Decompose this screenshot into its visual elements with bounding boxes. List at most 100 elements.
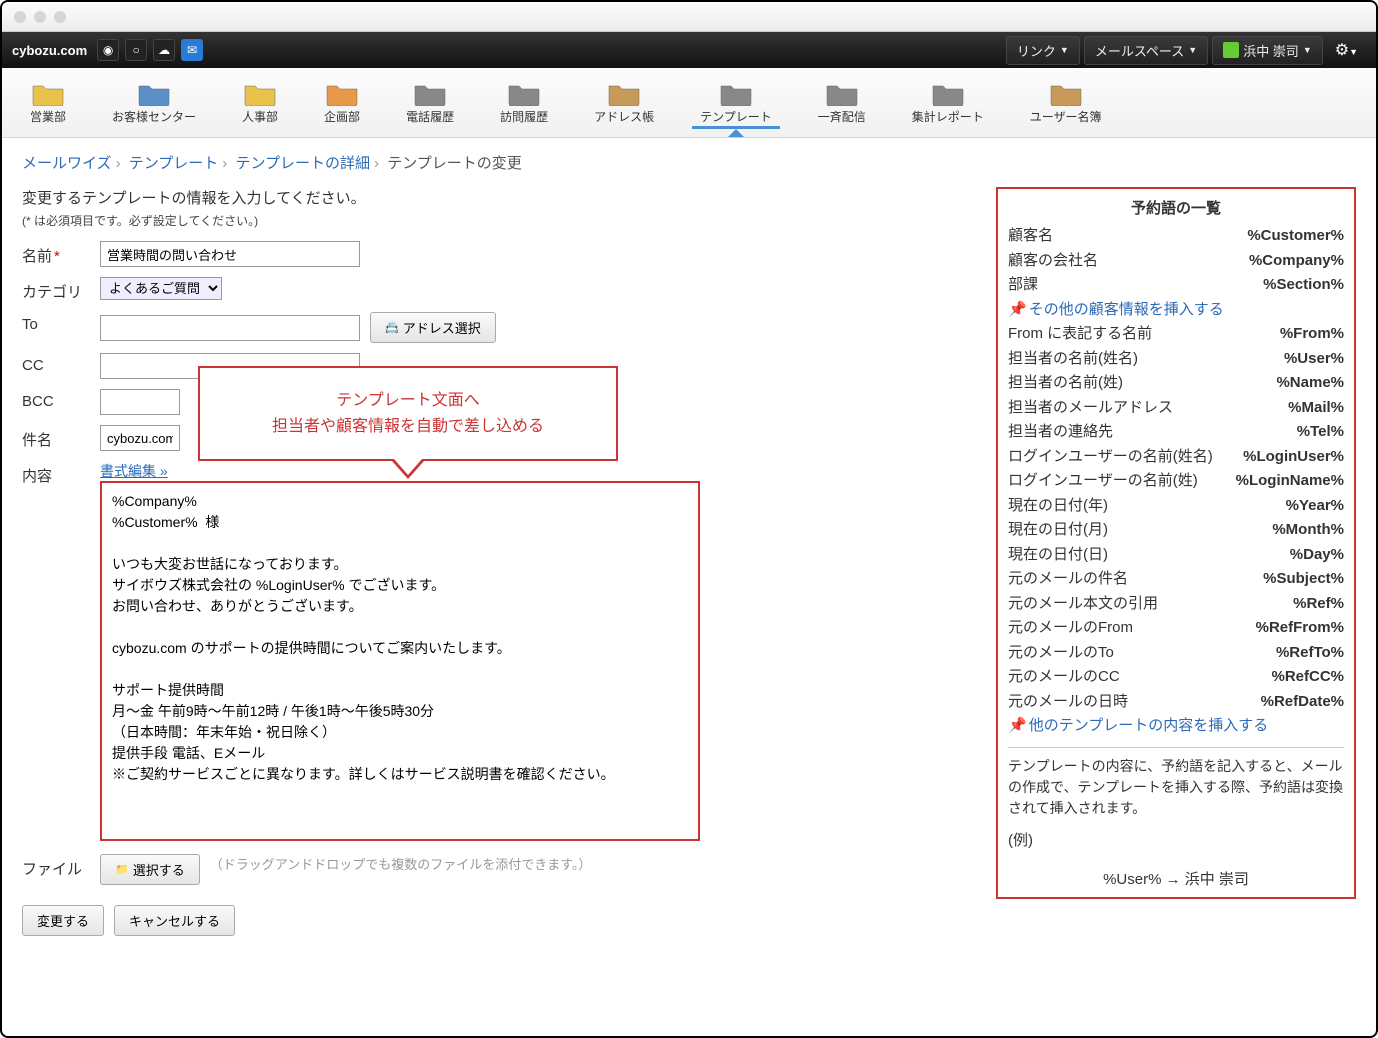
nav-訪問履歴[interactable]: 訪問履歴 bbox=[492, 76, 556, 129]
app-kintone-icon[interactable]: ☁ bbox=[153, 39, 175, 61]
label-cc: CC bbox=[22, 353, 100, 374]
reserved-row: 元のメールのCC %RefCC% bbox=[1008, 665, 1344, 690]
submit-button[interactable]: 変更する bbox=[22, 905, 104, 936]
reserved-value: %Subject% bbox=[1263, 568, 1344, 591]
gear-icon[interactable]: ⚙▼ bbox=[1327, 36, 1366, 64]
crumb-detail[interactable]: テンプレートの詳細 bbox=[235, 155, 370, 172]
nav-電話履歴[interactable]: 電話履歴 bbox=[398, 76, 462, 129]
reserved-value: %Month% bbox=[1272, 519, 1344, 542]
reserved-key: 顧客名 bbox=[1008, 225, 1053, 248]
label-body: 内容 bbox=[22, 461, 100, 486]
zoom-icon[interactable] bbox=[54, 11, 66, 23]
instruction: 変更するテンプレートの情報を入力してください。 bbox=[22, 187, 966, 208]
reserved-row: 担当者の名前(姓名) %User% bbox=[1008, 347, 1344, 372]
reserved-key: From に表記する名前 bbox=[1008, 323, 1152, 346]
reserved-value: %Mail% bbox=[1288, 397, 1344, 420]
label-subject: 件名 bbox=[22, 425, 100, 450]
crumb-template[interactable]: テンプレート bbox=[129, 155, 219, 172]
category-select[interactable]: よくあるご質問 bbox=[100, 277, 222, 300]
label-file: ファイル bbox=[22, 854, 100, 879]
reserved-key: 現在の日付(月) bbox=[1008, 519, 1108, 542]
folder-icon bbox=[137, 80, 171, 106]
insert-customer-info-link[interactable]: 📌その他の顧客情報を挿入する bbox=[1008, 299, 1224, 322]
reserved-key: 元のメールのTo bbox=[1008, 642, 1114, 665]
reserved-value: %Tel% bbox=[1297, 421, 1344, 444]
reserved-row: 現在の日付(月) %Month% bbox=[1008, 518, 1344, 543]
reserved-value: %Year% bbox=[1286, 495, 1344, 518]
reserved-row: 現在の日付(年)%Year% bbox=[1008, 494, 1344, 519]
reserved-key: ログインユーザーの名前(姓) bbox=[1008, 470, 1198, 493]
nav-テンプレート[interactable]: テンプレート bbox=[692, 76, 780, 129]
user-menu[interactable]: 浜中 崇司▼ bbox=[1212, 36, 1323, 65]
nav-お客様センター[interactable]: お客様センター bbox=[104, 76, 204, 129]
label-bcc: BCC bbox=[22, 389, 100, 410]
addressbook-icon: 📇 bbox=[385, 321, 399, 334]
cancel-button[interactable]: キャンセルする bbox=[114, 905, 235, 936]
reserved-key: 担当者の名前(姓名) bbox=[1008, 348, 1138, 371]
label-name: 名前* bbox=[22, 241, 100, 266]
reserved-row: 担当者の名前(姓) %Name% bbox=[1008, 371, 1344, 396]
reserved-value: %From% bbox=[1280, 323, 1344, 346]
subject-input[interactable] bbox=[100, 425, 180, 451]
folder-icon bbox=[1049, 80, 1083, 106]
to-input[interactable] bbox=[100, 315, 360, 341]
reserved-row: 元のメールの件名%Subject% bbox=[1008, 567, 1344, 592]
app-office-icon[interactable]: ○ bbox=[125, 39, 147, 61]
reserved-value: %RefTo% bbox=[1276, 642, 1344, 665]
reserved-value: %RefCC% bbox=[1271, 666, 1344, 689]
bcc-input[interactable] bbox=[100, 389, 180, 415]
reserved-row: 元のメールのFrom%RefFrom% bbox=[1008, 616, 1344, 641]
nav-ユーザー名簿[interactable]: ユーザー名簿 bbox=[1022, 76, 1110, 129]
reserved-value: %LoginUser% bbox=[1243, 446, 1344, 469]
nav-集計レポート[interactable]: 集計レポート bbox=[904, 76, 992, 129]
reserved-row: 元のメール本文の引用%Ref% bbox=[1008, 592, 1344, 617]
file-select-button[interactable]: 📁選択する bbox=[100, 854, 200, 885]
name-input[interactable] bbox=[100, 241, 360, 267]
reserved-key: 担当者のメールアドレス bbox=[1008, 397, 1173, 420]
reserved-key: 元のメール本文の引用 bbox=[1008, 593, 1158, 616]
nav-人事部[interactable]: 人事部 bbox=[234, 76, 286, 129]
label-category: カテゴリ bbox=[22, 277, 100, 302]
mac-titlebar bbox=[2, 2, 1376, 32]
reserved-row: 担当者のメールアドレス %Mail% bbox=[1008, 396, 1344, 421]
reserved-key: 元のメールのCC bbox=[1008, 666, 1120, 689]
top-bar: cybozu.com ◉ ○ ☁ ✉ リンク▼ メールスペース▼ 浜中 崇司▼ … bbox=[2, 32, 1376, 68]
rich-edit-link[interactable]: 書式編集 » bbox=[100, 463, 168, 479]
reserved-row: 元のメールのTo %RefTo% bbox=[1008, 641, 1344, 666]
mailspace-menu[interactable]: メールスペース▼ bbox=[1084, 36, 1208, 65]
example-label: (例) bbox=[1008, 829, 1344, 850]
reserved-value: %Name% bbox=[1276, 372, 1344, 395]
link-menu[interactable]: リンク▼ bbox=[1006, 36, 1080, 65]
app-window: cybozu.com ◉ ○ ☁ ✉ リンク▼ メールスペース▼ 浜中 崇司▼ … bbox=[0, 0, 1378, 1038]
reserved-row: From に表記する名前 %From% bbox=[1008, 322, 1344, 347]
reserved-key: 担当者の名前(姓) bbox=[1008, 372, 1123, 395]
folder-icon bbox=[31, 80, 65, 106]
avatar-icon bbox=[1223, 42, 1239, 58]
crumb-current: テンプレートの変更 bbox=[387, 155, 522, 172]
folder-icon bbox=[607, 80, 641, 106]
reserved-key: 担当者の連絡先 bbox=[1008, 421, 1113, 444]
reserved-row: 現在の日付(日)%Day% bbox=[1008, 543, 1344, 568]
insert-other-template-link[interactable]: 📌他のテンプレートの内容を挿入する bbox=[1008, 715, 1268, 738]
nav-アドレス帳[interactable]: アドレス帳 bbox=[586, 76, 662, 129]
pin-icon: 📌 bbox=[1008, 301, 1027, 318]
minimize-icon[interactable] bbox=[34, 11, 46, 23]
example-text: %User% → 浜中 崇司 bbox=[1008, 868, 1344, 889]
nav-一斉配信[interactable]: 一斉配信 bbox=[810, 76, 874, 129]
app-mailwise-icon[interactable]: ✉ bbox=[181, 39, 203, 61]
folder-icon bbox=[413, 80, 447, 106]
reserved-row: 顧客の会社名%Company% bbox=[1008, 249, 1344, 274]
folder-icon bbox=[243, 80, 277, 106]
close-icon[interactable] bbox=[14, 11, 26, 23]
address-select-button[interactable]: 📇アドレス選択 bbox=[370, 312, 496, 343]
reserved-value: %Customer% bbox=[1247, 225, 1344, 248]
reserved-value: %User% bbox=[1284, 348, 1344, 371]
reserved-value: %RefDate% bbox=[1261, 691, 1344, 714]
body-textarea[interactable]: %Company% %Customer% 様 いつも大変お世話になっております。… bbox=[100, 481, 700, 841]
required-note: (* は必須項目です。必ず設定してください。) bbox=[22, 212, 966, 229]
nav-営業部[interactable]: 営業部 bbox=[22, 76, 74, 129]
nav-企画部[interactable]: 企画部 bbox=[316, 76, 368, 129]
app-garoon-icon[interactable]: ◉ bbox=[97, 39, 119, 61]
reserved-row: 担当者の連絡先 %Tel% bbox=[1008, 420, 1344, 445]
crumb-mailwise[interactable]: メールワイズ bbox=[22, 155, 112, 172]
